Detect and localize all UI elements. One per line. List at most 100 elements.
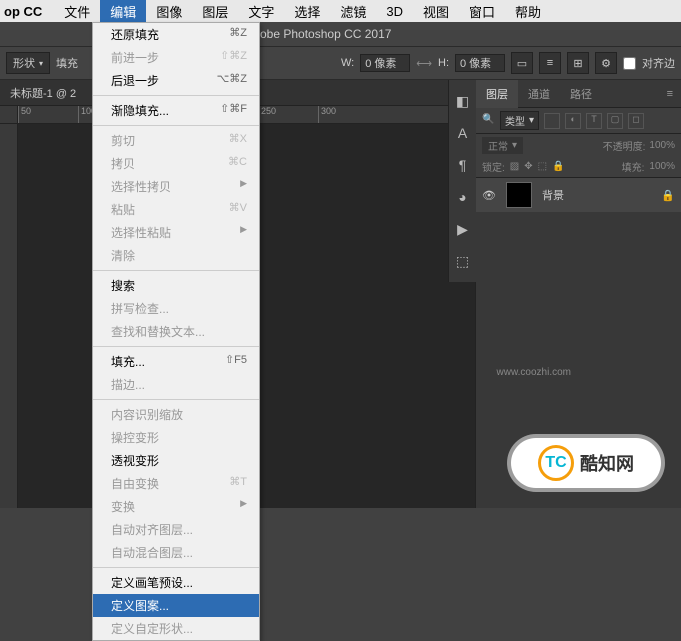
menu-item[interactable]: 透视变形 bbox=[93, 449, 259, 472]
filter-type-select[interactable]: 类型▾ bbox=[500, 111, 539, 130]
search-icon[interactable]: 🔍 bbox=[482, 114, 496, 128]
width-input[interactable] bbox=[360, 54, 410, 72]
watermark-logo: TC 酷知网 bbox=[511, 438, 661, 488]
menu-layer[interactable]: 图层 bbox=[192, 0, 238, 23]
edit-menu-dropdown: 还原填充⌘Z前进一步⇧⌘Z后退一步⌥⌘Z渐隐填充...⇧⌘F剪切⌘X拷贝⌘C选择… bbox=[92, 22, 260, 641]
w-label: W: bbox=[341, 57, 354, 69]
layer-name[interactable]: 背景 bbox=[542, 187, 564, 203]
menu-item: 选择性粘贴▶ bbox=[93, 221, 259, 244]
menu-item: 操控变形 bbox=[93, 426, 259, 449]
h-label: H: bbox=[438, 57, 449, 69]
ruler-vertical bbox=[0, 124, 18, 508]
menu-type[interactable]: 文字 bbox=[238, 0, 284, 23]
layer-filter-row: 🔍 类型▾ ◐ T ▢ ◻ bbox=[476, 108, 681, 134]
blend-mode-select[interactable]: 正常▾ bbox=[482, 137, 523, 154]
histogram-icon[interactable]: ◧ bbox=[454, 92, 472, 110]
filter-adjust-icon[interactable]: ◐ bbox=[565, 113, 581, 129]
document-tab-label: 未标题-1 @ 2 bbox=[10, 85, 76, 101]
gear-icon[interactable]: ⚙ bbox=[595, 52, 617, 74]
menu-image[interactable]: 图像 bbox=[146, 0, 192, 23]
layer-thumbnail[interactable] bbox=[506, 182, 532, 208]
character-icon[interactable]: A bbox=[454, 124, 472, 142]
shape-select[interactable]: 形状▾ bbox=[6, 52, 50, 74]
lock-position-icon[interactable]: ✥ bbox=[524, 161, 532, 172]
menu-3d[interactable]: 3D bbox=[376, 2, 413, 21]
opacity-value[interactable]: 100% bbox=[649, 140, 675, 151]
visibility-icon[interactable]: 👁 bbox=[482, 189, 496, 202]
lock-all-icon[interactable]: 🔒 bbox=[552, 161, 564, 172]
menu-item: 定义自定形状... bbox=[93, 617, 259, 640]
menu-item[interactable]: 定义画笔预设... bbox=[93, 571, 259, 594]
swatches-icon[interactable]: ⬚ bbox=[454, 252, 472, 270]
ruler-origin bbox=[0, 106, 18, 124]
align-edges-checkbox[interactable] bbox=[623, 57, 636, 70]
lock-pixels-icon[interactable]: ▨ bbox=[510, 161, 519, 172]
menu-window[interactable]: 窗口 bbox=[459, 0, 505, 23]
lock-row: 锁定: ▨ ✥ ⬚ 🔒 填充: 100% bbox=[476, 156, 681, 178]
menu-view[interactable]: 视图 bbox=[413, 0, 459, 23]
menu-item: 内容识别缩放 bbox=[93, 403, 259, 426]
tab-paths[interactable]: 路径 bbox=[560, 80, 602, 108]
align-edges-label: 对齐边 bbox=[642, 55, 675, 71]
menu-item[interactable]: 渐隐填充...⇧⌘F bbox=[93, 99, 259, 122]
path-ops-icon[interactable]: ▭ bbox=[511, 52, 533, 74]
menu-item[interactable]: 定义图案... bbox=[93, 594, 259, 617]
menu-filter[interactable]: 滤镜 bbox=[330, 0, 376, 23]
panel-iconstrip: ◧ A ¶ ◕ ▶ ⬚ bbox=[448, 80, 476, 282]
menu-item[interactable]: 搜索 bbox=[93, 274, 259, 297]
menu-item[interactable]: 还原填充⌘Z bbox=[93, 23, 259, 46]
menu-file[interactable]: 文件 bbox=[54, 0, 100, 23]
tab-layers[interactable]: 图层 bbox=[476, 80, 518, 108]
lock-nest-icon[interactable]: ⬚ bbox=[538, 161, 547, 172]
watermark-text: www.coozhi.com bbox=[497, 367, 571, 378]
menu-item: 查找和替换文本... bbox=[93, 320, 259, 343]
menu-item: 描边... bbox=[93, 373, 259, 396]
arrange-icon[interactable]: ⊞ bbox=[567, 52, 589, 74]
menu-edit[interactable]: 编辑 bbox=[100, 0, 146, 23]
menu-help[interactable]: 帮助 bbox=[505, 0, 551, 23]
menu-item: 自动对齐图层... bbox=[93, 518, 259, 541]
menu-item: 剪切⌘X bbox=[93, 129, 259, 152]
fill-label: 填充: bbox=[622, 159, 645, 174]
logo-text: 酷知网 bbox=[580, 450, 634, 476]
menu-item: 清除 bbox=[93, 244, 259, 267]
play-icon[interactable]: ▶ bbox=[454, 220, 472, 238]
menu-item: 拼写检查... bbox=[93, 297, 259, 320]
lock-label: 锁定: bbox=[482, 159, 505, 174]
chevron-down-icon: ▾ bbox=[512, 140, 517, 151]
chevron-down-icon: ▾ bbox=[39, 59, 43, 68]
link-icon[interactable]: ⟷ bbox=[416, 57, 432, 70]
filter-shape-icon[interactable]: ▢ bbox=[607, 113, 623, 129]
menubar: op CC 文件 编辑 图像 图层 文字 选择 滤镜 3D 视图 窗口 帮助 bbox=[0, 0, 681, 22]
filter-smart-icon[interactable]: ◻ bbox=[628, 113, 644, 129]
color-icon[interactable]: ◕ bbox=[454, 188, 472, 206]
logo-mark: TC bbox=[538, 445, 574, 481]
app-title: obe Photoshop CC 2017 bbox=[260, 27, 391, 41]
menu-item: 自由变换⌘T bbox=[93, 472, 259, 495]
align-icon[interactable]: ≡ bbox=[539, 52, 561, 74]
menu-item[interactable]: 填充...⇧F5 bbox=[93, 350, 259, 373]
filter-pixel-icon[interactable] bbox=[544, 113, 560, 129]
menu-item: 粘贴⌘V bbox=[93, 198, 259, 221]
filter-type-icon[interactable]: T bbox=[586, 113, 602, 129]
menu-item: 自动混合图层... bbox=[93, 541, 259, 564]
paragraph-icon[interactable]: ¶ bbox=[454, 156, 472, 174]
menu-item: 前进一步⇧⌘Z bbox=[93, 46, 259, 69]
menu-select[interactable]: 选择 bbox=[284, 0, 330, 23]
blend-row: 正常▾ 不透明度: 100% bbox=[476, 134, 681, 156]
lock-icon: 🔒 bbox=[661, 189, 675, 202]
menu-item: 选择性拷贝▶ bbox=[93, 175, 259, 198]
fill-value[interactable]: 100% bbox=[649, 161, 675, 172]
height-input[interactable] bbox=[455, 54, 505, 72]
app-name: op CC bbox=[4, 4, 42, 19]
menu-item: 变换▶ bbox=[93, 495, 259, 518]
panel-menu-icon[interactable]: ≡ bbox=[659, 88, 681, 100]
layer-row[interactable]: 👁 背景 🔒 bbox=[476, 178, 681, 212]
panel-tabs: 图层 通道 路径 ≡ bbox=[476, 80, 681, 108]
tab-channels[interactable]: 通道 bbox=[518, 80, 560, 108]
menu-item[interactable]: 后退一步⌥⌘Z bbox=[93, 69, 259, 92]
menu-item: 拷贝⌘C bbox=[93, 152, 259, 175]
chevron-down-icon: ▾ bbox=[529, 115, 534, 126]
opacity-label: 不透明度: bbox=[603, 138, 646, 153]
fill-label: 填充 bbox=[56, 55, 78, 71]
